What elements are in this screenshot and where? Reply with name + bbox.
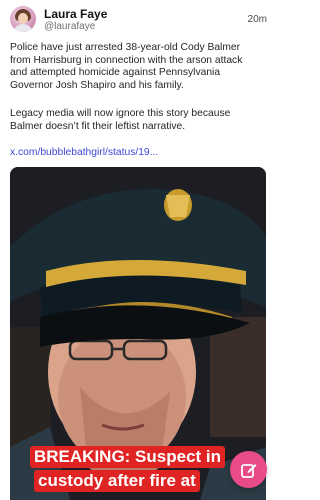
compose-icon bbox=[240, 463, 256, 478]
post-card: Laura Faye @laurafaye 20m Police have ju… bbox=[0, 0, 277, 500]
post-text-line: from Harrisburg in connection with the a… bbox=[10, 54, 243, 66]
post-text-line: Governor Josh Shapiro and his family. bbox=[10, 79, 184, 91]
post-text-line: and attempted homicide against Pennsylva… bbox=[10, 67, 221, 79]
author-handle[interactable]: @laurafaye bbox=[44, 21, 95, 33]
post-text: Police have just arrested 38-year-old Co… bbox=[10, 42, 268, 92]
avatar-face bbox=[18, 13, 28, 24]
avatar-shoulders bbox=[13, 24, 33, 32]
avatar[interactable] bbox=[10, 6, 36, 32]
post-header: Laura Faye @laurafaye 20m bbox=[10, 6, 267, 36]
post-link[interactable]: x.com/bubblebathgirl/status/19... bbox=[10, 147, 158, 160]
video-frame-image bbox=[10, 167, 266, 500]
author-name[interactable]: Laura Faye bbox=[44, 7, 107, 21]
post-text-line: Police have just arrested 38-year-old Co… bbox=[10, 42, 241, 53]
post-text-paragraph-2: Legacy media will now ignore this story … bbox=[10, 108, 268, 133]
compose-button[interactable] bbox=[230, 451, 267, 488]
post-timestamp: 20m bbox=[247, 14, 267, 25]
post-text-line: Legacy media will now ignore this story … bbox=[10, 108, 231, 119]
post-text-line: Balmer doesn’t fit their leftist narrati… bbox=[10, 120, 186, 132]
post-video[interactable] bbox=[10, 167, 266, 500]
